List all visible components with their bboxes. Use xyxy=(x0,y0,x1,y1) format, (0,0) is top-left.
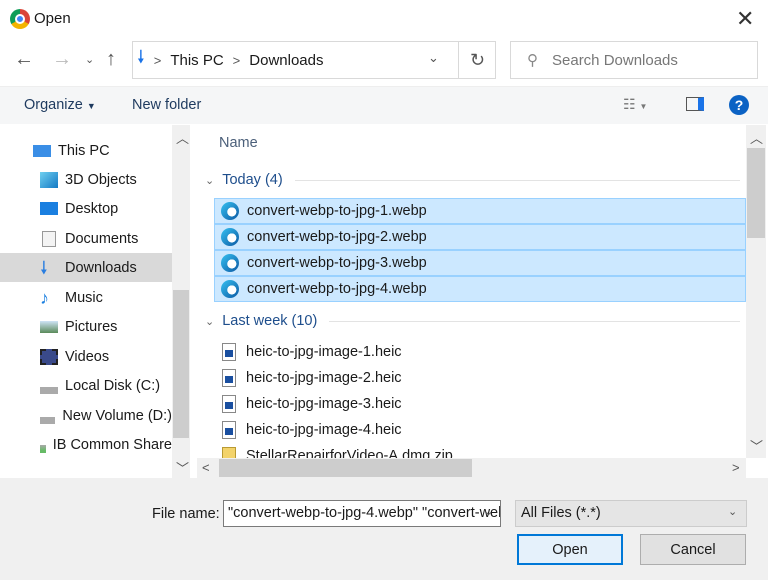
title-bar xyxy=(0,0,768,38)
scroll-left-icon[interactable]: < xyxy=(202,460,210,475)
file-list: Name ⌄ Today (4) convert-webp-to-jpg-1.we… xyxy=(197,125,746,458)
videos-icon xyxy=(40,348,58,365)
scroll-up-icon[interactable]: ︿ xyxy=(750,128,763,147)
chevron-down-icon[interactable]: ⌄ xyxy=(728,505,737,518)
horizontal-scroll-thumb[interactable] xyxy=(219,459,472,477)
scroll-down-icon[interactable]: ﹀ xyxy=(176,458,189,477)
back-button[interactable]: ← xyxy=(14,48,34,71)
cube-icon xyxy=(40,171,58,188)
file-name-input[interactable]: "convert-webp-to-jpg-4.webp" "convert-we… xyxy=(223,500,501,527)
sidebar-item-downloads[interactable]: 🠗 Downloads xyxy=(0,253,172,282)
sidebar-item-documents[interactable]: Documents xyxy=(0,224,172,253)
refresh-button[interactable]: ↻ xyxy=(458,41,496,79)
file-row[interactable]: convert-webp-to-jpg-1.webp xyxy=(214,198,746,224)
file-row[interactable]: StellarRepairforVideo-A.dmg.zip xyxy=(214,443,746,458)
image-file-icon xyxy=(222,369,236,387)
document-icon xyxy=(42,230,56,247)
forward-button[interactable]: → xyxy=(52,48,72,71)
scroll-down-icon[interactable]: ﹀ xyxy=(750,436,763,455)
image-file-icon xyxy=(222,421,236,439)
address-bar[interactable]: 🠗 > This PC > Downloads xyxy=(132,41,496,79)
search-placeholder: Search Downloads xyxy=(552,51,678,69)
recent-locations-dropdown[interactable]: ⌄ xyxy=(85,53,94,66)
chevron-down-icon: ⌄ xyxy=(205,315,215,328)
sidebar-item-videos[interactable]: Videos xyxy=(0,342,172,371)
help-icon[interactable]: ? xyxy=(729,95,749,115)
column-header-name[interactable]: Name xyxy=(219,135,258,151)
scroll-up-icon[interactable]: ︿ xyxy=(176,128,189,147)
vertical-scroll-thumb[interactable] xyxy=(747,148,765,238)
file-row[interactable]: convert-webp-to-jpg-3.webp xyxy=(214,250,746,276)
network-drive-icon xyxy=(40,436,46,453)
scroll-right-icon[interactable]: > xyxy=(732,460,740,475)
file-row[interactable]: convert-webp-to-jpg-2.webp xyxy=(214,224,746,250)
desktop-icon xyxy=(40,202,58,215)
group-header-last-week[interactable]: ⌄ Last week (10) xyxy=(205,313,740,329)
organize-button[interactable]: Organize ▼ xyxy=(24,97,96,113)
file-row[interactable]: heic-to-jpg-image-2.heic xyxy=(214,365,746,391)
breadcrumb-this-pc[interactable]: This PC xyxy=(170,52,223,69)
navigation-pane: This PC 3D Objects Desktop Documents 🠗 Do… xyxy=(0,125,172,478)
edge-icon xyxy=(221,202,239,220)
chrome-logo-icon xyxy=(10,9,30,29)
drive-icon xyxy=(40,407,56,424)
search-icon: ⚲ xyxy=(527,52,538,69)
drive-icon xyxy=(40,377,58,394)
preview-pane-icon[interactable] xyxy=(686,97,704,111)
zip-file-icon xyxy=(222,447,236,458)
window-title: Open xyxy=(34,10,71,27)
sidebar-scroll-thumb[interactable] xyxy=(173,290,189,438)
download-icon: 🠗 xyxy=(137,47,145,67)
file-type-select[interactable]: All Files (*.*) xyxy=(515,500,747,527)
file-name-dropdown-icon[interactable]: ⌄ xyxy=(484,505,493,518)
view-options-icon[interactable]: ☷ ▼ xyxy=(623,96,647,113)
file-row[interactable]: convert-webp-to-jpg-4.webp xyxy=(214,276,746,302)
computer-icon xyxy=(33,144,51,157)
file-name-label: File name: xyxy=(152,506,220,522)
sidebar-item-ib-common-share[interactable]: IB Common Share xyxy=(0,430,172,459)
download-icon: 🠗 xyxy=(40,257,48,278)
open-button[interactable]: Open xyxy=(517,534,623,565)
chevron-down-icon: ⌄ xyxy=(205,174,215,187)
sidebar-item-this-pc[interactable]: This PC xyxy=(0,136,172,165)
music-icon: ♪ xyxy=(40,287,49,308)
edge-icon xyxy=(221,280,239,298)
file-row[interactable]: heic-to-jpg-image-3.heic xyxy=(214,391,746,417)
group-header-today[interactable]: ⌄ Today (4) xyxy=(205,172,740,188)
edge-icon xyxy=(221,254,239,272)
image-file-icon xyxy=(222,395,236,413)
breadcrumb-downloads[interactable]: Downloads xyxy=(249,52,323,69)
toolbar xyxy=(0,86,768,124)
new-folder-button[interactable]: New folder xyxy=(132,97,201,113)
cancel-button[interactable]: Cancel xyxy=(640,534,746,565)
pictures-icon xyxy=(40,320,58,333)
file-row[interactable]: heic-to-jpg-image-1.heic xyxy=(214,339,746,365)
sidebar-item-local-disk-c[interactable]: Local Disk (C:) xyxy=(0,371,172,400)
sidebar-item-pictures[interactable]: Pictures xyxy=(0,312,172,341)
close-button[interactable]: ✕ xyxy=(736,6,754,32)
address-dropdown-icon[interactable]: ⌄ xyxy=(428,50,439,66)
sidebar-item-desktop[interactable]: Desktop xyxy=(0,194,172,223)
sidebar-item-3d-objects[interactable]: 3D Objects xyxy=(0,165,172,194)
edge-icon xyxy=(221,228,239,246)
file-row[interactable]: heic-to-jpg-image-4.heic xyxy=(214,417,746,443)
sidebar-item-music[interactable]: ♪ Music xyxy=(0,283,172,312)
image-file-icon xyxy=(222,343,236,361)
up-button[interactable]: ↑ xyxy=(106,48,116,71)
search-input[interactable]: ⚲ Search Downloads xyxy=(510,41,758,79)
sidebar-item-new-volume-d[interactable]: New Volume (D:) xyxy=(0,401,172,430)
